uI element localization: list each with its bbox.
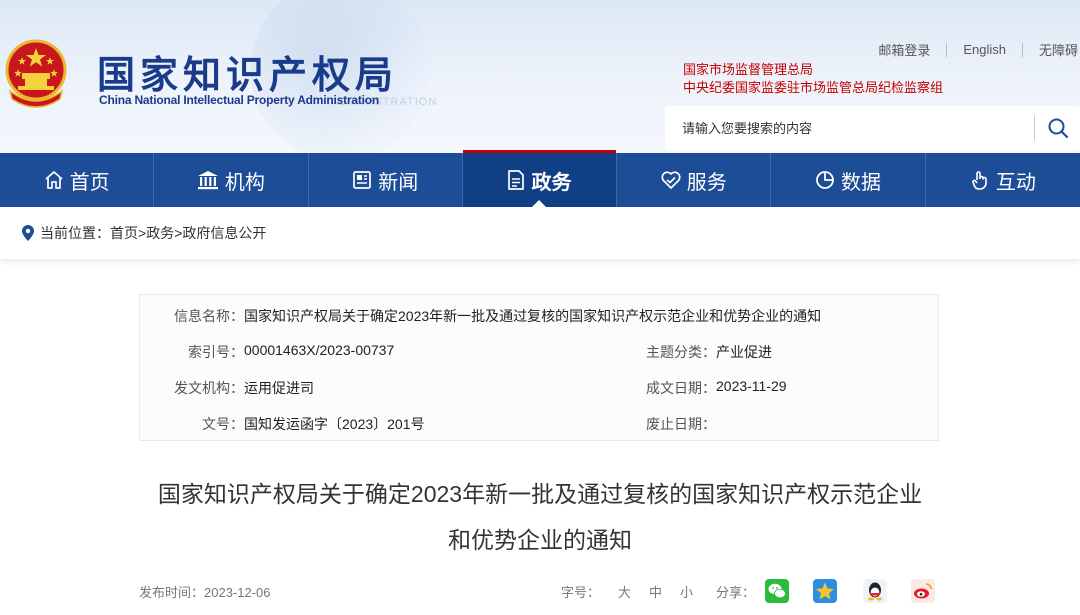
nav-item-home[interactable]: 首页 <box>0 153 155 207</box>
article-title-line2: 和优势企业的通知 <box>448 527 632 553</box>
info-row-docnum: 文号： 国知发运函字〔2023〕201号 <box>160 414 425 434</box>
search-button[interactable] <box>1035 106 1080 150</box>
font-size-label: 字号： <box>561 585 601 600</box>
info-index-label: 索引号： <box>188 344 244 360</box>
breadcrumb-separator: > <box>174 225 183 241</box>
nav-label: 数据 <box>841 171 882 194</box>
article-meta-bar: 发布时间：2023-12-06 字号： 大 中 小 分享： <box>0 578 1080 608</box>
info-row-date: 成文日期： 2023-11-29 <box>630 378 787 398</box>
nav-label: 互动 <box>995 171 1036 194</box>
info-org-label: 发文机构： <box>174 380 244 396</box>
interaction-icon <box>970 170 990 190</box>
wechat-share-icon[interactable] <box>765 579 789 603</box>
document-info-box: 信息名称： 国家知识产权局关于确定2023年新一批及通过复核的国家知识产权示范企… <box>139 294 939 441</box>
breadcrumb-prefix: 当前位置： <box>40 225 110 241</box>
breadcrumb-gov-info[interactable]: 政府信息公开 <box>182 223 266 243</box>
news-icon <box>352 170 372 190</box>
breadcrumb-government[interactable]: 政务 <box>146 223 174 243</box>
service-icon <box>661 170 681 190</box>
nav-label: 政务 <box>531 171 572 194</box>
qq-share-icon[interactable] <box>863 579 887 603</box>
info-topic-value: 产业促进 <box>716 344 772 360</box>
supervision-links: 国家市场监督管理总局 中央纪委国家监委驻市场监管总局纪检监察组 <box>683 61 943 97</box>
nav-item-service[interactable]: 服务 <box>617 153 772 207</box>
institution-icon <box>197 170 219 190</box>
location-pin-icon <box>22 225 34 241</box>
publish-date: 发布时间：2023-12-06 <box>139 585 271 600</box>
search-box <box>665 106 1080 150</box>
samr-link[interactable]: 国家市场监督管理总局 <box>683 61 943 79</box>
info-row-abolish: 废止日期： <box>630 414 716 434</box>
info-row-name: 信息名称： 国家知识产权局关于确定2023年新一批及通过复核的国家知识产权示范企… <box>160 306 821 326</box>
info-row-index: 索引号： 00001463X/2023-00737 <box>160 342 394 362</box>
top-links: 邮箱登录 English 无障碍 <box>862 40 1080 59</box>
weibo-share-icon[interactable] <box>911 579 935 603</box>
mail-login-link[interactable]: 邮箱登录 <box>862 40 946 59</box>
data-icon <box>815 170 835 190</box>
nav-label: 服务 <box>686 171 727 194</box>
logo-english-name: China National Intellectual Property Adm… <box>99 93 380 107</box>
info-abolish-label: 废止日期： <box>646 416 716 432</box>
info-index-value: 00001463X/2023-00737 <box>244 342 395 358</box>
qzone-share-icon[interactable] <box>813 579 837 603</box>
government-icon <box>507 170 525 190</box>
nav-label: 机构 <box>224 171 265 194</box>
info-org-value: 运用促进司 <box>244 380 314 396</box>
nav-label: 新闻 <box>378 171 419 194</box>
site-header: ADMINISTRATION 国家知识产权局 China National In… <box>0 0 1080 153</box>
search-input[interactable] <box>665 106 1034 150</box>
accessibility-link[interactable]: 无障碍 <box>1023 40 1080 59</box>
search-icon <box>1048 118 1068 139</box>
logo-chinese-name: 国家知识产权局 <box>97 53 399 97</box>
national-emblem-icon <box>5 39 67 108</box>
english-link[interactable]: English <box>947 42 1022 57</box>
home-icon <box>44 170 64 190</box>
discipline-inspection-link[interactable]: 中央纪委国家监委驻市场监管总局纪检监察组 <box>683 79 943 97</box>
font-size-control: 字号： 大 中 小 <box>561 582 711 601</box>
page: ADMINISTRATION 国家知识产权局 China National In… <box>0 0 1080 615</box>
nav-item-news[interactable]: 新闻 <box>309 153 463 207</box>
info-date-value: 2023-11-29 <box>716 378 787 394</box>
info-name-value: 国家知识产权局关于确定2023年新一批及通过复核的国家知识产权示范企业和优势企业… <box>244 308 822 324</box>
info-row-org: 发文机构： 运用促进司 <box>160 378 314 398</box>
breadcrumb-separator: > <box>138 225 147 241</box>
font-size-small[interactable]: 小 <box>680 582 693 601</box>
main-nav: 首页 机构 新闻 政务 服务 数据 互动 <box>0 150 1080 207</box>
nav-item-institution[interactable]: 机构 <box>154 153 309 207</box>
nav-item-interaction[interactable]: 互动 <box>926 153 1080 207</box>
info-topic-label: 主题分类： <box>646 344 716 360</box>
info-doc-label: 文号： <box>202 416 244 432</box>
font-size-medium[interactable]: 中 <box>649 582 662 601</box>
nav-item-government[interactable]: 政务 <box>462 150 618 207</box>
info-row-topic: 主题分类： 产业促进 <box>630 342 772 362</box>
breadcrumb-home[interactable]: 首页 <box>110 223 138 243</box>
info-date-label: 成文日期： <box>646 380 716 396</box>
font-size-large[interactable]: 大 <box>618 582 631 601</box>
info-name-label: 信息名称： <box>174 308 244 324</box>
breadcrumb: 当前位置： 首页 > 政务 > 政府信息公开 <box>0 207 1080 259</box>
nav-label: 首页 <box>69 171 110 194</box>
share-label: 分享： <box>716 585 756 600</box>
nav-item-data[interactable]: 数据 <box>771 153 926 207</box>
info-doc-value: 国知发运函字〔2023〕201号 <box>244 416 425 432</box>
